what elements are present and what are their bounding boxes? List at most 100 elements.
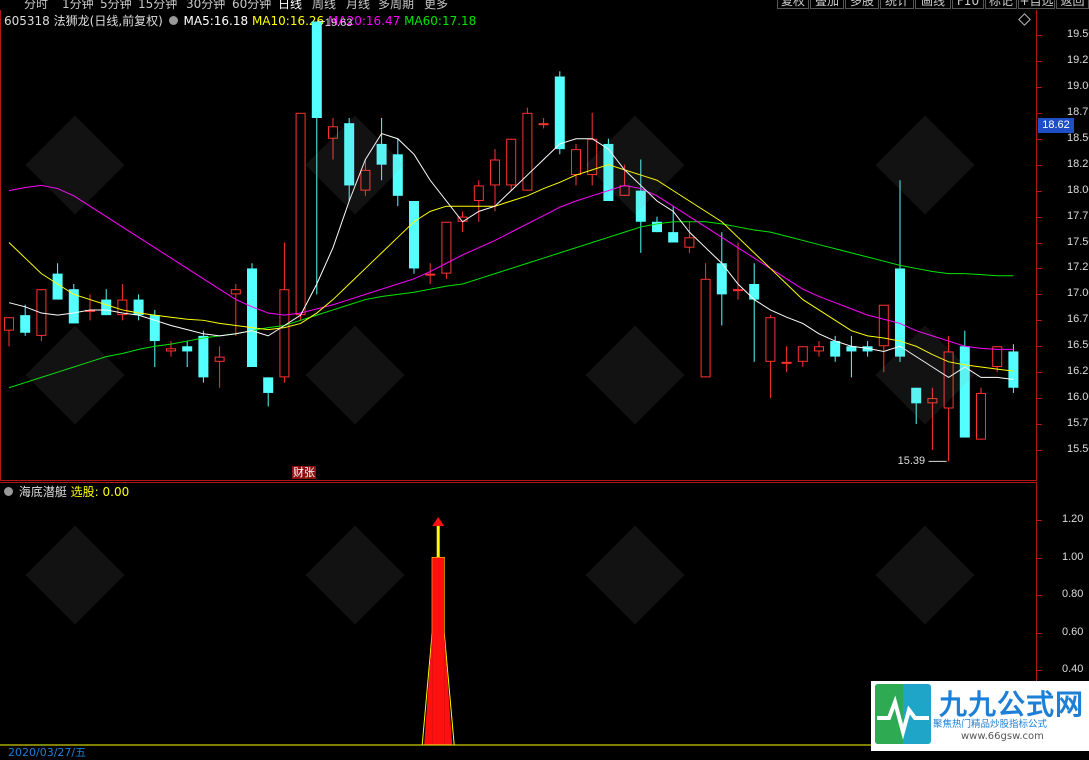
- site-logo: 九九公式网 聚焦热门精品炒股指标公式 www.66gsw.com: [871, 681, 1089, 751]
- candle-body: [781, 361, 792, 364]
- high-price-annotation: 19.63: [324, 16, 353, 29]
- price-tick-label: 19.50: [1067, 28, 1089, 40]
- toolbar-button-4[interactable]: 画线: [915, 0, 951, 9]
- candle-body: [311, 21, 322, 119]
- tab-6[interactable]: 日线: [278, 0, 302, 10]
- tab-0[interactable]: 分时: [24, 0, 48, 10]
- price-tick-label: 17.00: [1067, 287, 1089, 300]
- price-tick: [1037, 60, 1042, 62]
- tab-7[interactable]: 周线: [312, 0, 336, 10]
- toolbar-button-1[interactable]: 叠加: [810, 0, 844, 9]
- candle-body: [279, 289, 290, 378]
- tab-1[interactable]: 1分钟: [62, 0, 94, 10]
- price-tick-label: 16.75: [1067, 313, 1089, 326]
- candle-body: [976, 392, 986, 440]
- price-tick-label: 16.50: [1067, 339, 1089, 352]
- candle-body: [20, 315, 31, 333]
- candle-body: [814, 346, 824, 352]
- ma60-line: [8, 221, 1014, 389]
- candle-body: [392, 154, 403, 196]
- event-marker[interactable]: 财张: [292, 466, 316, 479]
- candle-body: [603, 143, 614, 201]
- candle-body: [263, 377, 274, 393]
- price-tick-label: 18.25: [1067, 157, 1089, 170]
- tab-8[interactable]: 月线: [346, 0, 370, 10]
- price-tick-label: 16.00: [1067, 391, 1089, 404]
- price-tick-label: 15.50: [1067, 443, 1089, 455]
- toolbar-button-3[interactable]: 统计: [880, 0, 914, 9]
- candle-body: [4, 317, 14, 331]
- logo-url: www.66gsw.com: [961, 731, 1044, 742]
- price-tick-label: 18.00: [1067, 183, 1089, 196]
- price-tick: [1037, 424, 1042, 426]
- toolbar-button-7[interactable]: +自选: [1018, 0, 1055, 9]
- toolbar-button-0[interactable]: 复权: [777, 0, 809, 9]
- candle-body: [425, 273, 436, 276]
- toolbar-button-2[interactable]: 多股: [845, 0, 879, 9]
- candle-body: [198, 335, 209, 378]
- candle-body: [635, 190, 646, 222]
- candle-body: [554, 76, 565, 150]
- candle-body: [927, 398, 938, 404]
- candlestick-chart[interactable]: [0, 10, 1037, 481]
- price-tick-label: 17.50: [1067, 235, 1089, 248]
- candle-body: [166, 348, 176, 352]
- candle-body: [247, 268, 257, 367]
- price-tick-label: 17.75: [1067, 209, 1089, 222]
- price-tick: [1037, 372, 1042, 374]
- candle-body: [571, 149, 581, 176]
- candle-body: [295, 112, 306, 316]
- candle-body: [830, 341, 841, 357]
- cursor-date-label: 2020/03/27/五: [8, 746, 87, 759]
- signal-arrow-icon: [432, 517, 445, 526]
- candle-body: [214, 356, 225, 362]
- candle-body: [328, 126, 338, 139]
- signal-bar: [432, 557, 445, 745]
- heartbeat-icon: [877, 695, 929, 740]
- price-tick: [1037, 242, 1042, 244]
- candle-body: [344, 123, 355, 186]
- indicator-tick: [1037, 520, 1042, 521]
- candle-body: [878, 304, 889, 347]
- candle-body: [473, 185, 484, 201]
- indicator-tick-label: 0.40: [1062, 663, 1084, 675]
- toolbar-button-6[interactable]: 标记: [985, 0, 1017, 9]
- candle-body: [409, 201, 419, 269]
- tab-10[interactable]: 更多: [424, 0, 448, 10]
- tab-4[interactable]: 30分钟: [186, 0, 225, 10]
- low-price-annotation: 15.39: [897, 455, 926, 468]
- price-tick: [1037, 190, 1042, 192]
- candle-body: [668, 232, 679, 243]
- toolbar-button-5[interactable]: F10: [952, 0, 984, 9]
- candle-body: [1008, 351, 1019, 388]
- tab-5[interactable]: 60分钟: [232, 0, 271, 10]
- current-price-tag: 18.62: [1038, 118, 1074, 133]
- candle-body: [765, 317, 776, 362]
- price-tick: [1037, 216, 1042, 218]
- tab-3[interactable]: 15分钟: [138, 0, 177, 10]
- candle-body: [490, 159, 500, 186]
- indicator-tick-label: 0.80: [1062, 588, 1084, 600]
- candle-body: [506, 138, 517, 186]
- price-tick-label: 19.00: [1067, 79, 1089, 92]
- indicator-tick: [1037, 632, 1042, 634]
- tab-2[interactable]: 5分钟: [100, 0, 132, 10]
- price-tick: [1037, 294, 1042, 296]
- logo-subtitle: 聚焦热门精品炒股指标公式: [933, 719, 1048, 730]
- price-tick: [1037, 398, 1042, 400]
- price-tick-label: 18.50: [1067, 131, 1089, 144]
- candle-body: [230, 289, 241, 295]
- indicator-tick: [1037, 557, 1042, 559]
- candle-body: [538, 123, 549, 126]
- price-tick: [1037, 35, 1042, 36]
- toolbar-button-8[interactable]: 返回: [1056, 0, 1089, 9]
- candle-body: [700, 278, 711, 378]
- indicator-tick: [1037, 670, 1042, 671]
- candle-body: [749, 284, 760, 300]
- indicator-tick-label: 0.60: [1062, 625, 1084, 638]
- candle-body: [733, 289, 743, 292]
- price-tick-label: 16.25: [1067, 365, 1089, 378]
- tab-9[interactable]: 多周期: [378, 0, 414, 10]
- price-tick: [1037, 86, 1042, 88]
- candle-body: [911, 387, 922, 404]
